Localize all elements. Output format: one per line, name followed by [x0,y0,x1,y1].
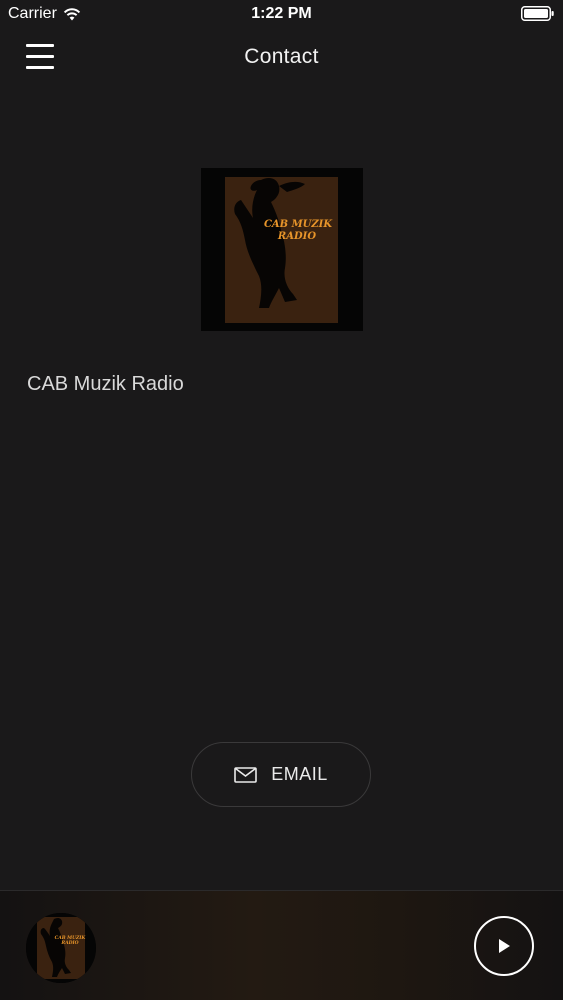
email-button[interactable]: EMAIL [191,742,371,807]
now-playing-bar: CAB MUZIK RADIO [0,890,563,1000]
email-label: EMAIL [271,764,328,784]
logo-text-line1: CAB MUZIK [264,219,333,230]
now-playing-artwork[interactable]: CAB MUZIK RADIO [26,913,96,983]
artwork-text-line2: RADIO [60,940,78,946]
station-name: CAB Muzik Radio [27,373,184,395]
navigation-bar: Contact [0,28,563,88]
status-time: 1:22 PM [251,5,312,22]
battery-icon [521,6,555,26]
status-bar: Carrier 1:22 PM [0,0,563,28]
play-icon [499,939,510,953]
page-title: Contact [244,45,319,68]
logo-text-line2: RADIO [277,231,316,242]
envelope-icon [234,766,258,783]
station-logo: CAB MUZIK RADIO [201,168,363,331]
play-button[interactable] [474,916,534,976]
